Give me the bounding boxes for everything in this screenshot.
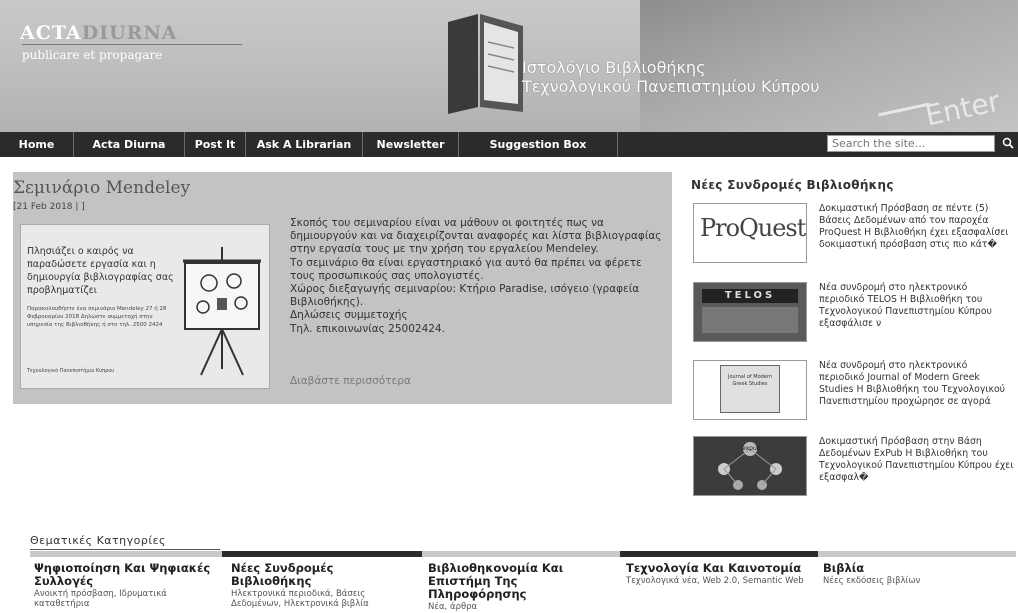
category-item[interactable]: Νέες Συνδρομές Βιβλιοθήκης Ηλεκτρονικά π… — [231, 562, 411, 610]
logo-tagline: publicare et propagare — [22, 48, 163, 62]
category-bar — [818, 551, 1016, 557]
post-paragraph: Το σεμινάριο θα είναι εργαστηριακό για α… — [290, 256, 642, 282]
site-title: Ιστολόγιο Βιβλιοθήκης Τεχνολογικού Πανεπ… — [522, 58, 820, 96]
sidebar-item-text[interactable]: Δοκιμαστική Πρόσβαση στην Βάση Δεδομένων… — [819, 436, 1015, 484]
category-heading[interactable]: Νέες Συνδρομές Βιβλιοθήκης — [231, 562, 411, 588]
category-heading[interactable]: Βιβλιοθηκονομία Και Επιστήμη Της Πληροφό… — [428, 562, 608, 601]
nav-ask-a-librarian[interactable]: Ask A Librarian — [246, 132, 363, 157]
expub-network-image[interactable]: expub — [693, 436, 807, 496]
search-input[interactable] — [827, 135, 995, 152]
poster-footer: Τεχνολογικό Πανεπιστήμιο Κύπρου — [27, 368, 115, 374]
proquest-logo[interactable]: ProQuest. — [693, 203, 807, 263]
site-logo[interactable]: ACTADIURNA — [20, 22, 178, 44]
category-description: Ηλεκτρονικά περιοδικά, Βάσεις Δεδομένων,… — [231, 589, 369, 609]
poster-headline: Πλησιάζει ο καιρός να παραδώσετε εργασία… — [27, 246, 174, 296]
category-bar — [422, 551, 620, 557]
post-paragraph: Δηλώσεις συμμετοχής — [290, 309, 408, 322]
logo-acta: ACTA — [20, 22, 82, 44]
post-title[interactable]: Σεμινάριο Mendeley — [13, 178, 190, 198]
journal-cover-image[interactable]: Journal of Modern Greek Studies — [693, 360, 807, 420]
nav-newsletter[interactable]: Newsletter — [363, 132, 459, 157]
post-paragraph: Σκοπός του σεμιναρίου είναι να μάθουν οι… — [290, 217, 662, 256]
category-bar — [222, 551, 422, 557]
category-description: Τεχνολογικά νέα, Web 2.0, Semantic Web — [626, 576, 804, 586]
nav-acta-diurna[interactable]: Acta Diurna — [74, 132, 185, 157]
category-item[interactable]: Βιβλία Νέες εκδόσεις βιβλίων — [823, 562, 1003, 587]
nav-suggestion-box[interactable]: Suggestion Box — [459, 132, 618, 157]
telos-cover-image[interactable]: TELOS — [693, 282, 807, 342]
category-description: Νέα, άρθρα — [428, 602, 478, 612]
sidebar-item-text[interactable]: Νέα συνδρομή στο ηλεκτρονικό περιοδικό J… — [819, 360, 1015, 408]
sidebar-item-text[interactable]: Δοκιμαστική Πρόσβαση σε πέντε (5) Βάσεις… — [819, 203, 1015, 251]
post-paragraph: Χώρος διεξαγωγής σεμιναρίου: Κτήριο Para… — [290, 283, 640, 309]
poster-details: Παρακολουθήστε ένα σεμινάριο Mendeley 27… — [27, 306, 167, 328]
categories-underline — [30, 549, 220, 550]
sidebar-item-text[interactable]: Νέα συνδρομή στο ηλεκτρονικό περιοδικό T… — [819, 282, 1015, 330]
read-more-link[interactable]: Διαβάστε περισσότερα — [290, 375, 411, 387]
nav-post-it[interactable]: Post It — [185, 132, 246, 157]
presentation-board-icon — [183, 247, 261, 376]
book-icon — [448, 14, 523, 114]
logo-diurna: DIURNA — [81, 22, 178, 44]
category-item[interactable]: Τεχνολογία Και Καινοτομία Τεχνολογικά νέ… — [626, 562, 806, 587]
logo-divider — [22, 44, 242, 45]
site-header: ACTADIURNA publicare et propagare Ιστολό… — [0, 0, 1018, 132]
category-description: Ανοικτή πρόσβαση, Ιδρυματικά καταθετήρια — [34, 589, 167, 609]
sidebar-title: Νέες Συνδρομές Βιβλιοθήκης — [691, 178, 894, 192]
featured-post: Σεμινάριο Mendeley [21 Feb 2018 | ] Πλησ… — [13, 172, 672, 404]
post-poster-image[interactable]: Πλησιάζει ο καιρός να παραδώσετε εργασία… — [20, 224, 270, 389]
main-nav: Home Acta Diurna Post It Ask A Librarian… — [0, 132, 1018, 157]
category-heading[interactable]: Τεχνολογία Και Καινοτομία — [626, 562, 806, 575]
category-heading[interactable]: Βιβλία — [823, 562, 1003, 575]
category-item[interactable]: Ψηφιοποίηση Και Ψηφιακές Συλλογές Ανοικτ… — [34, 562, 214, 610]
nav-home[interactable]: Home — [0, 132, 74, 157]
category-bar — [620, 551, 818, 557]
category-item[interactable]: Βιβλιοθηκονομία Και Επιστήμη Της Πληροφό… — [428, 562, 608, 613]
site-title-line2: Τεχνολογικού Πανεπιστημίου Κύπρου — [522, 77, 820, 96]
category-description: Νέες εκδόσεις βιβλίων — [823, 576, 921, 586]
site-title-line1: Ιστολόγιο Βιβλιοθήκης — [522, 58, 706, 77]
post-excerpt: Σκοπός του σεμιναρίου είναι να μάθουν οι… — [290, 217, 662, 336]
search-icon[interactable] — [1002, 137, 1014, 149]
post-date: [21 Feb 2018 | ] — [13, 202, 85, 212]
categories-title: Θεματικές Κατηγορίες — [30, 534, 166, 547]
category-heading[interactable]: Ψηφιοποίηση Και Ψηφιακές Συλλογές — [34, 562, 214, 588]
post-paragraph: Τηλ. επικοινωνίας 25002424. — [290, 322, 445, 335]
category-bar — [30, 551, 222, 557]
